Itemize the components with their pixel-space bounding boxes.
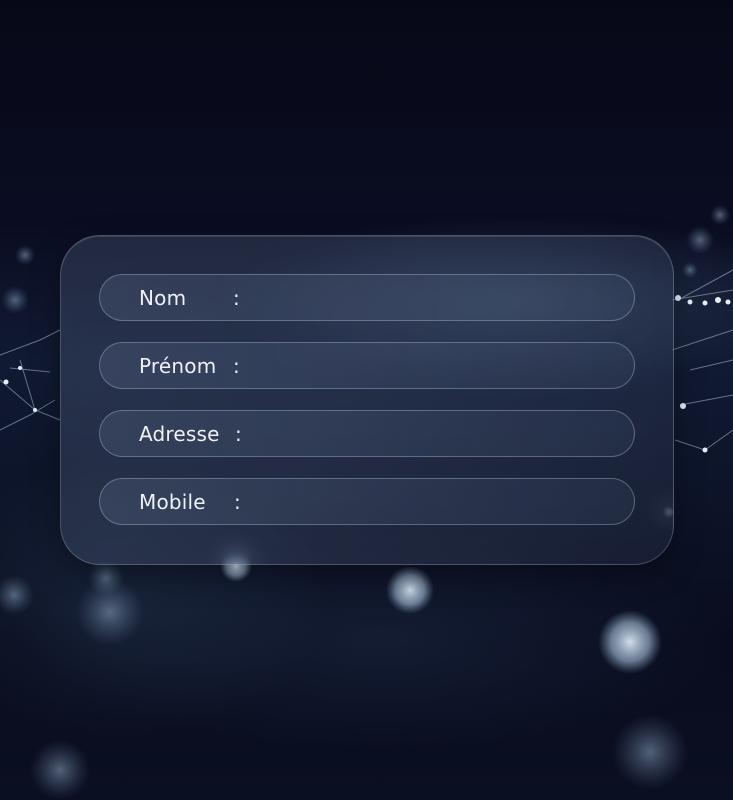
prenom-colon: :	[233, 354, 240, 378]
adresse-field[interactable]: Adresse :	[99, 410, 635, 457]
mobile-label: Mobile	[139, 490, 206, 514]
background: Nom : Prénom : Adresse : Mobile :	[0, 0, 733, 800]
mobile-field[interactable]: Mobile :	[99, 478, 635, 525]
nom-field[interactable]: Nom :	[99, 274, 635, 321]
nom-label: Nom	[139, 286, 187, 310]
nom-colon: :	[233, 286, 240, 310]
glass-form-card: Nom : Prénom : Adresse : Mobile :	[60, 235, 674, 565]
prenom-label: Prénom	[139, 354, 217, 378]
prenom-field[interactable]: Prénom :	[99, 342, 635, 389]
mobile-colon: :	[234, 490, 241, 514]
adresse-label: Adresse	[139, 422, 220, 446]
adresse-colon: :	[235, 422, 242, 446]
